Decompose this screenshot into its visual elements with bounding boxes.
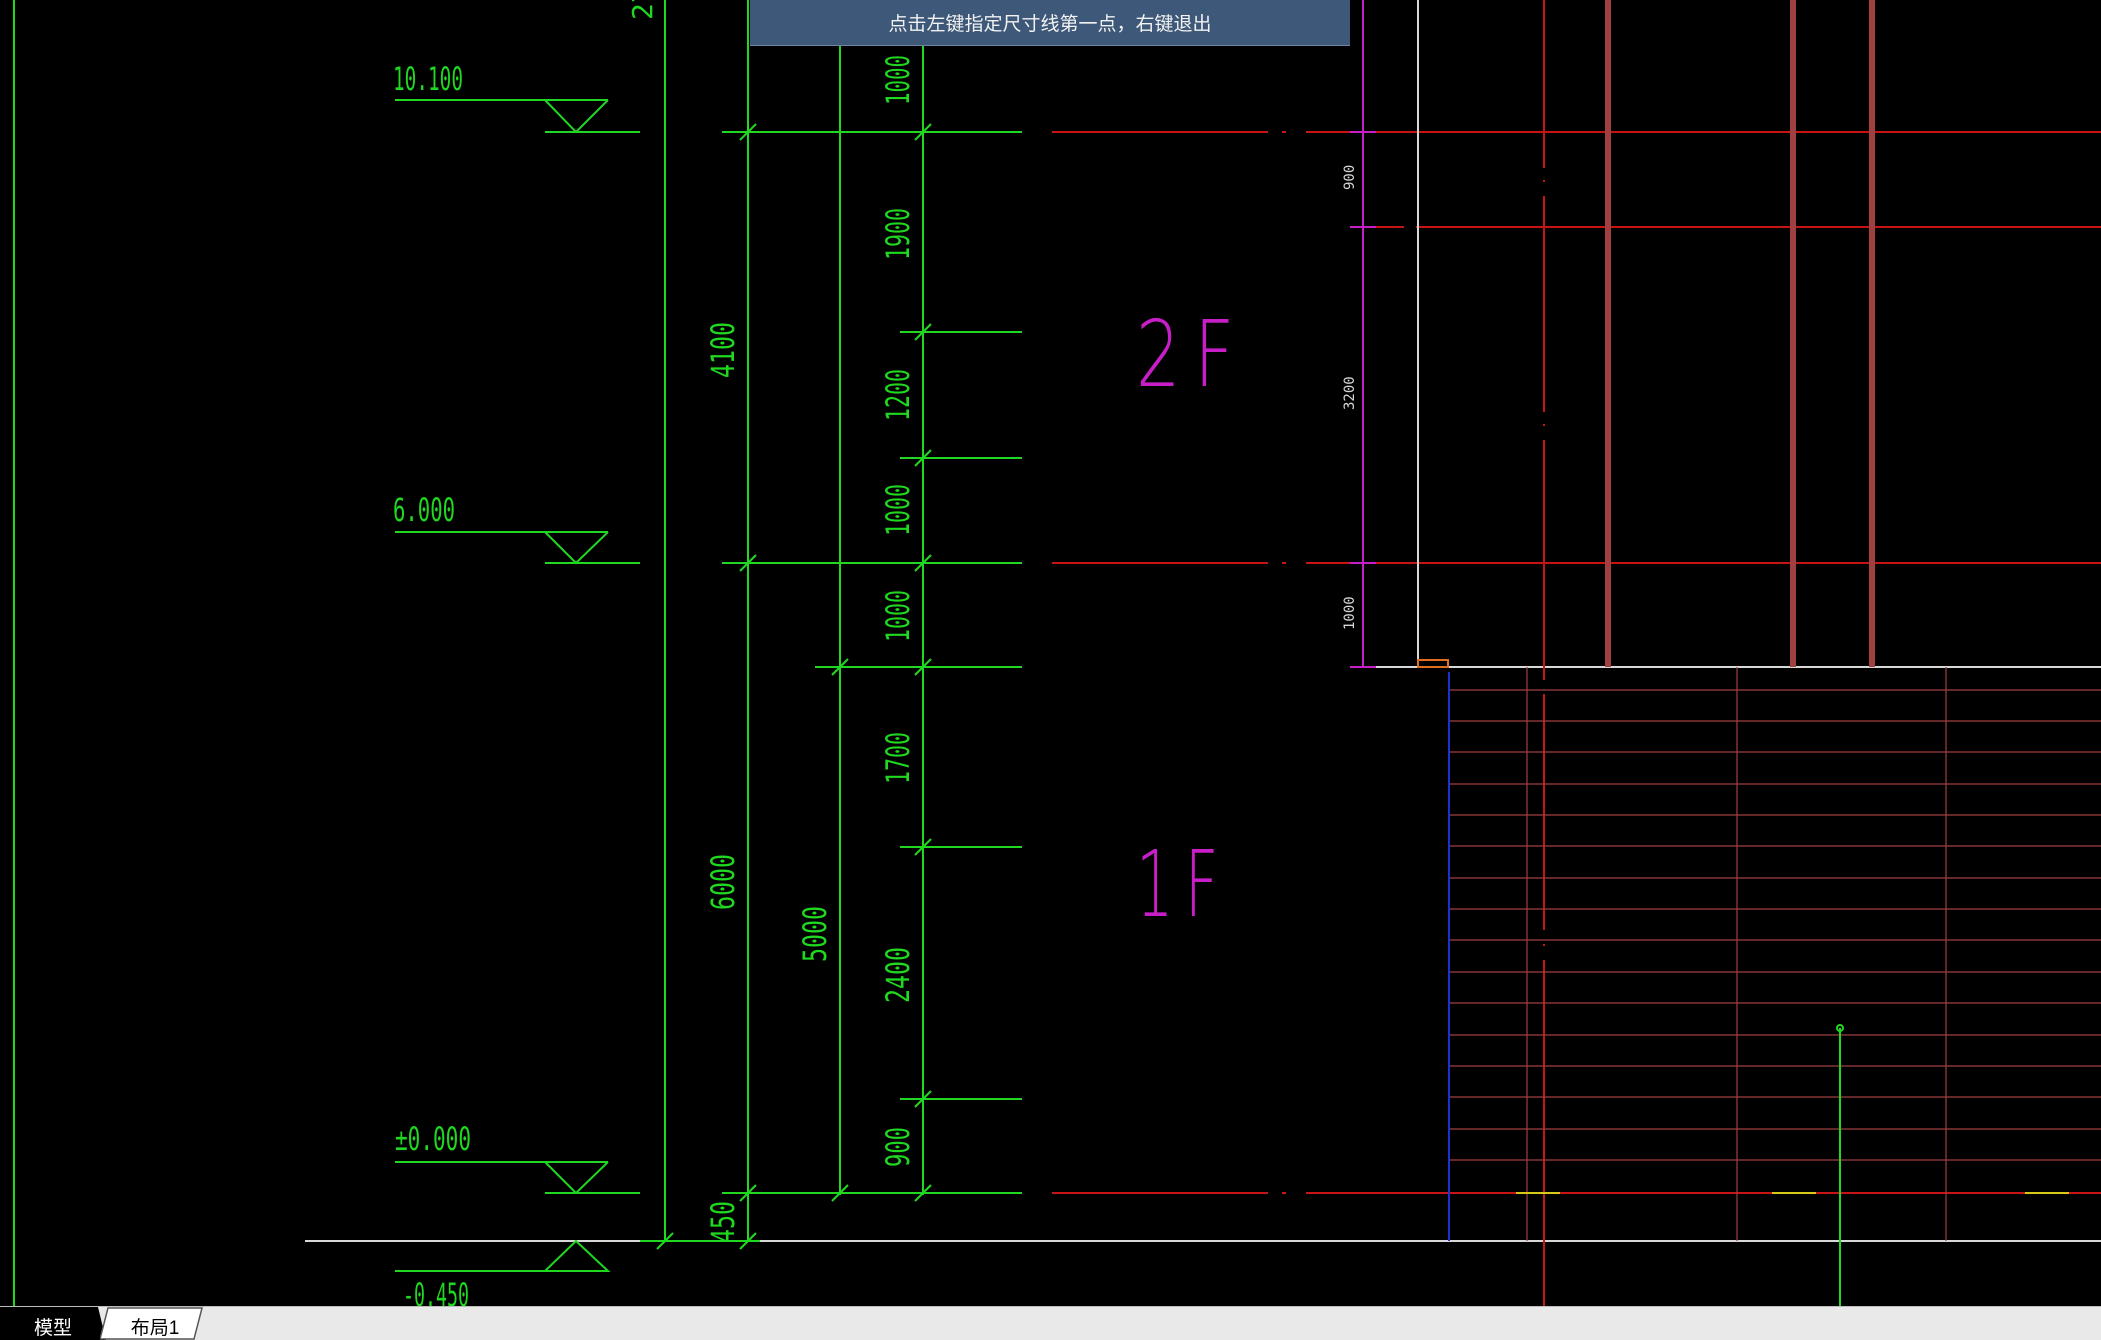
- dim-text-1200: 1200: [879, 369, 917, 421]
- dim-text-1000-a: 1000: [879, 484, 917, 536]
- tab-model[interactable]: 模型: [0, 1307, 106, 1340]
- elevation-mark-10100: [395, 99, 640, 134]
- cad-drawing-canvas[interactable]: 10.100 6.000 ±0.000 -0.450 27 4100 6000 …: [0, 0, 2101, 1306]
- dimension-extension-lines: [640, 131, 1022, 1242]
- elevation-mark-0000: [395, 1161, 640, 1195]
- dim-text-1000-b: 1000: [879, 590, 917, 642]
- elevation-label-0000: ±0.000: [395, 1120, 471, 1158]
- dim-text-900: 900: [879, 1127, 917, 1167]
- dim-text-1900: 1900: [879, 208, 917, 260]
- facade-grid-1f: [1449, 667, 2101, 1241]
- tab-layout1[interactable]: 布局1: [100, 1307, 210, 1340]
- floor-label-2f: 2F: [1136, 301, 1248, 408]
- elevation-label-neg: -0.450: [403, 1276, 469, 1306]
- elevation-mark-neg: [395, 1239, 611, 1272]
- elevation-label-6000: 6.000: [393, 491, 455, 529]
- tab-model-label: 模型: [33, 1318, 72, 1339]
- tab-layout1-label: 布局1: [130, 1318, 180, 1339]
- floor-label-1f: 1F: [1136, 831, 1230, 938]
- dim-text-6000: 6000: [704, 854, 742, 910]
- elevation-mark-6000: [395, 531, 640, 565]
- small-dim-3200: 3200: [1342, 376, 1358, 410]
- command-prompt-text: 点击左键指定尺寸线第一点，右键退出: [888, 13, 1212, 35]
- layout-tab-bar: 模型 布局1: [0, 1306, 2101, 1340]
- small-dim-1000: 1000: [1342, 596, 1358, 630]
- magenta-dimension: [1350, 0, 1376, 668]
- dim-text-seg-top: 1000: [879, 55, 917, 105]
- elevation-label-10100: 10.100: [393, 60, 463, 98]
- dim-text-5000: 5000: [796, 906, 834, 962]
- dim-text-2400: 2400: [879, 947, 917, 1003]
- dim-text-1700: 1700: [879, 732, 917, 784]
- dim-text-4100: 4100: [704, 322, 742, 378]
- small-dim-900: 900: [1342, 165, 1358, 190]
- dim-text-450: 450: [704, 1201, 742, 1243]
- elevation-label-top-cut: 27: [626, 0, 659, 20]
- command-prompt-bar: 点击左键指定尺寸线第一点，右键退出: [750, 0, 1350, 46]
